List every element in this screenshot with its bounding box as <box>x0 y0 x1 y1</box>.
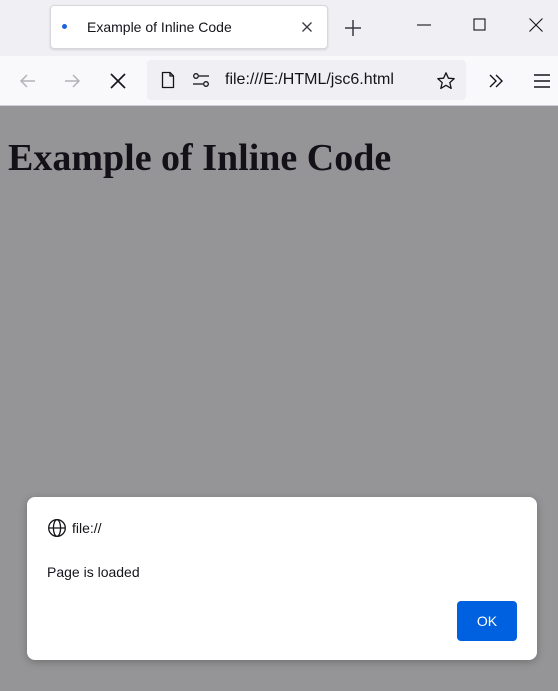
star-icon[interactable] <box>436 71 456 91</box>
dialog-message: Page is loaded <box>47 564 140 580</box>
navigation-toolbar: file:///E:/HTML/jsc6.html <box>0 56 558 106</box>
tab-title: Example of Inline Code <box>87 19 232 35</box>
ok-button[interactable]: OK <box>457 601 517 641</box>
close-window-icon[interactable] <box>528 17 544 33</box>
minimize-icon[interactable] <box>416 17 432 33</box>
address-bar[interactable]: file:///E:/HTML/jsc6.html <box>147 60 466 100</box>
close-tab-icon[interactable] <box>299 19 315 35</box>
hamburger-menu-icon[interactable] <box>532 71 552 91</box>
maximize-icon[interactable] <box>472 17 488 33</box>
loading-dot-icon <box>62 24 67 29</box>
new-tab-icon[interactable] <box>343 18 363 38</box>
stop-loading-icon[interactable] <box>108 71 128 91</box>
url-text[interactable]: file:///E:/HTML/jsc6.html <box>225 71 394 89</box>
tab-bar: Example of Inline Code <box>0 0 558 56</box>
site-permissions-icon[interactable] <box>191 72 211 88</box>
page-heading: Example of Inline Code <box>8 137 392 179</box>
tab-active[interactable]: Example of Inline Code <box>50 5 328 49</box>
chevron-overflow-icon[interactable] <box>486 71 506 91</box>
browser-window: Example of Inline Code file:///E:/HTML/j… <box>0 0 558 691</box>
globe-icon <box>48 519 66 537</box>
dialog-origin: file:// <box>72 520 102 536</box>
back-arrow-icon[interactable] <box>18 71 38 91</box>
alert-dialog: file:// Page is loaded OK <box>27 497 537 660</box>
page-icon <box>161 71 175 89</box>
forward-arrow-icon[interactable] <box>62 71 82 91</box>
